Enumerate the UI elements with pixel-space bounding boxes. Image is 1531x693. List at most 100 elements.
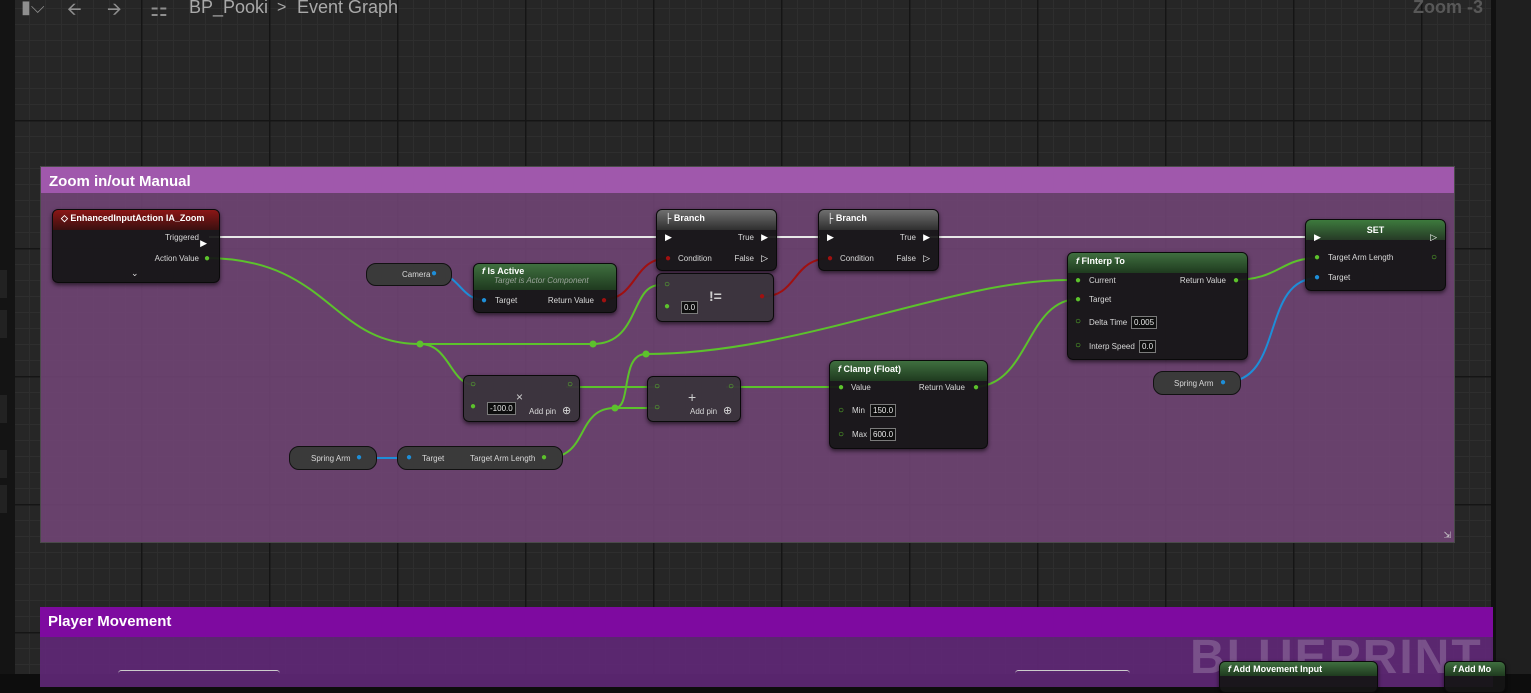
delta-time-field[interactable]: 0.005: [1131, 316, 1158, 329]
exec-in-pin-icon[interactable]: ▶: [827, 232, 834, 243]
operator-symbol: !=: [709, 288, 722, 304]
pin-label-target-arm-length: Target Arm Length: [470, 454, 536, 463]
float-in-pin-b-icon[interactable]: ○: [654, 402, 660, 413]
value-field[interactable]: 0.0: [681, 301, 699, 314]
exec-out-true-pin-icon[interactable]: ▶: [923, 232, 930, 243]
node-title: EnhancedInputAction IA_Zoom: [70, 213, 205, 223]
float-in-pin-delta-icon[interactable]: ○: [1075, 316, 1081, 327]
pin-label-false: False: [896, 254, 916, 263]
event-node-ia-zoom[interactable]: ◇ EnhancedInputAction IA_Zoom Triggered …: [52, 209, 220, 283]
float-in-pin-current-icon[interactable]: ●: [1075, 275, 1081, 286]
spring-arm-variable-node[interactable]: Spring Arm ●: [289, 446, 377, 470]
plus-icon: +: [688, 389, 697, 405]
bool-in-pin-icon[interactable]: ●: [665, 253, 671, 264]
pin-label-action-value: Action Value: [154, 254, 199, 263]
multiply-node[interactable]: ○ × ○ ● -100.0 Add pin ⊕: [463, 375, 580, 422]
pin-label-triggered: Triggered: [165, 233, 199, 242]
float-in-pin-target-icon[interactable]: ●: [1075, 294, 1081, 305]
pin-label-target-arm-length: Target Arm Length: [1328, 253, 1394, 262]
branch-icon: ├: [665, 213, 674, 223]
pin-label-true: True: [737, 233, 754, 242]
node-title: FInterp To: [1081, 256, 1125, 266]
exec-in-pin-icon[interactable]: ▶: [665, 232, 672, 243]
wire-layer: [204, 236, 1319, 459]
float-in-pin-value-icon[interactable]: ●: [838, 382, 844, 393]
float-out-pin-icon[interactable]: ●: [204, 253, 210, 264]
bool-out-pin-icon[interactable]: ●: [601, 295, 607, 306]
float-out-pin-icon[interactable]: ●: [1233, 275, 1239, 286]
pin-label-false: False: [734, 254, 754, 263]
node-title: Branch: [673, 213, 705, 223]
pin-label-true: True: [899, 233, 916, 242]
add-movement-input-node-2[interactable]: f Add Mo: [1444, 661, 1506, 693]
event-diamond-icon: ◇: [61, 213, 71, 223]
node-title: Branch: [835, 213, 867, 223]
finterp-to-node[interactable]: f FInterp To ● Current Return Value ● ● …: [1067, 252, 1248, 360]
object-out-pin-icon[interactable]: ●: [356, 452, 362, 463]
is-active-node[interactable]: f Is Active Target is Actor Component ● …: [473, 263, 617, 313]
camera-variable-node[interactable]: Camera ●: [366, 263, 452, 286]
float-in-pin-speed-icon[interactable]: ○: [1075, 340, 1081, 351]
value-field[interactable]: -100.0: [487, 402, 516, 415]
object-in-pin-icon[interactable]: ●: [1314, 272, 1320, 283]
pin-label-max: Max: [852, 430, 868, 439]
clamp-float-node[interactable]: f Clamp (Float) ● Value Return Value ● ○…: [829, 360, 988, 449]
float-out-pin-icon[interactable]: ●: [973, 382, 979, 393]
pin-label-condition: Condition: [678, 254, 712, 263]
float-in-pin-icon[interactable]: ●: [1314, 252, 1320, 263]
branch-node-2[interactable]: ├ Branch ▶ True ▶ ● Condition False ▷: [818, 209, 939, 271]
exec-out-false-pin-icon[interactable]: ▷: [761, 253, 768, 264]
pin-label-target: Target: [422, 454, 445, 463]
object-out-pin-icon[interactable]: ●: [1220, 377, 1226, 388]
exec-in-pin-icon[interactable]: ▶: [1314, 232, 1321, 243]
add-movement-input-node[interactable]: f Add Movement Input: [1219, 661, 1378, 693]
pin-label-target: Target: [1328, 273, 1351, 282]
get-target-arm-length-node[interactable]: ● Target Target Arm Length ●: [397, 446, 563, 470]
node-title: Add Mo: [1458, 664, 1492, 674]
multiply-icon: ×: [516, 390, 524, 404]
add-pin-label[interactable]: Add pin: [529, 407, 556, 416]
float-in-pin-a-icon[interactable]: ○: [470, 379, 476, 390]
pin-label-delta-time: Delta Time: [1089, 318, 1128, 327]
pin-label-value: Value: [851, 383, 871, 392]
add-node[interactable]: ○ + ○ ○ Add pin ⊕: [647, 376, 741, 422]
exec-out-true-pin-icon[interactable]: ▶: [761, 232, 768, 243]
exec-out-pin-icon[interactable]: ▷: [1430, 232, 1437, 243]
not-equal-node[interactable]: ○ ● 0.0 != ●: [656, 273, 774, 322]
pin-label-condition: Condition: [840, 254, 874, 263]
min-value-field[interactable]: 150.0: [870, 404, 897, 417]
add-pin-label[interactable]: Add pin: [690, 407, 717, 416]
interp-speed-field[interactable]: 0.0: [1139, 340, 1157, 353]
float-out-pin-icon[interactable]: ○: [1431, 252, 1437, 263]
float-in-pin-b-icon[interactable]: ●: [664, 301, 670, 312]
add-pin-icon[interactable]: ⊕: [723, 404, 732, 417]
max-value-field[interactable]: 600.0: [870, 428, 897, 441]
exec-out-pin-icon[interactable]: ▶: [200, 238, 207, 249]
bool-in-pin-icon[interactable]: ●: [827, 253, 833, 264]
float-in-pin-max-icon[interactable]: ○: [838, 429, 844, 440]
set-target-arm-length-node[interactable]: SET ▶ ▷ ● Target Arm Length ○ ● Target: [1305, 219, 1446, 291]
pin-label-min: Min: [852, 406, 865, 415]
float-out-pin-icon[interactable]: ●: [541, 452, 547, 463]
float-out-pin-icon[interactable]: ○: [728, 381, 734, 392]
pin-label-return-value: Return Value: [918, 383, 965, 392]
pin-label-target: Target: [495, 296, 518, 305]
float-in-pin-a-icon[interactable]: ○: [654, 381, 660, 392]
object-in-pin-icon[interactable]: ●: [406, 452, 412, 463]
pin-label-current: Current: [1089, 276, 1116, 285]
add-pin-icon[interactable]: ⊕: [562, 404, 571, 417]
float-in-pin-min-icon[interactable]: ○: [838, 405, 844, 416]
node-subtitle: Target is Actor Component: [494, 276, 589, 285]
pin-label-return-value: Return Value: [1179, 276, 1226, 285]
node-title: Is Active: [487, 266, 525, 276]
float-in-pin-a-icon[interactable]: ○: [664, 279, 670, 290]
branch-node-1[interactable]: ├ Branch ▶ True ▶ ● Condition False ▷: [656, 209, 777, 271]
spring-arm-variable-node-2[interactable]: Spring Arm ●: [1153, 371, 1241, 395]
expand-chevron-icon[interactable]: ⌄: [131, 268, 139, 279]
exec-out-false-pin-icon[interactable]: ▷: [923, 253, 930, 264]
float-out-pin-icon[interactable]: ○: [567, 379, 573, 390]
bool-out-pin-icon[interactable]: ●: [759, 291, 765, 302]
float-in-pin-b-icon[interactable]: ●: [470, 401, 476, 412]
object-in-pin-icon[interactable]: ●: [481, 295, 487, 306]
object-out-pin-icon[interactable]: ●: [431, 268, 437, 279]
